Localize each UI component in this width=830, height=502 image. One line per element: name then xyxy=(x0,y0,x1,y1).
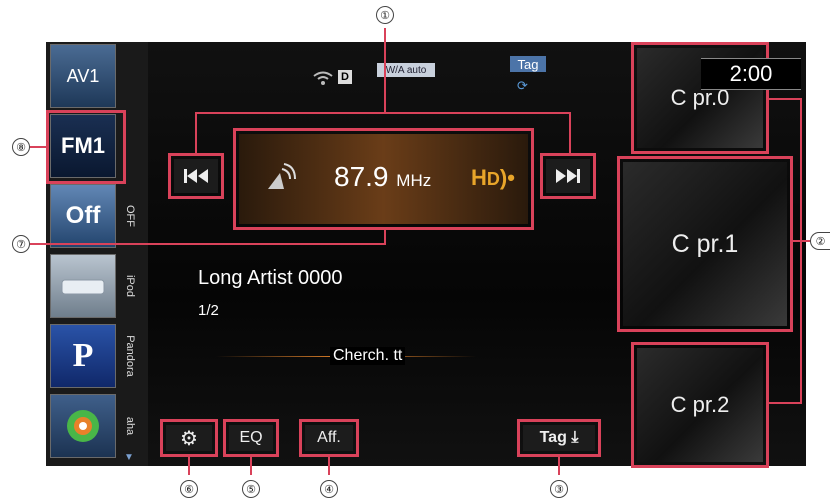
callout-1-right xyxy=(569,112,571,153)
tag-status-badge: Tag xyxy=(510,56,546,72)
eq-label: EQ xyxy=(239,429,263,446)
source-aha-button[interactable] xyxy=(50,394,116,458)
aff-label: Aff. xyxy=(317,429,341,446)
frequency-value: 87.9 xyxy=(334,161,389,192)
source-pandora-button[interactable]: P xyxy=(50,324,116,388)
download-icon: ⤓ xyxy=(571,429,579,446)
seek-forward-button[interactable] xyxy=(546,159,590,193)
side-label-aha: aha xyxy=(123,416,136,436)
callout-1-bar xyxy=(195,112,571,114)
callout-1-left xyxy=(195,112,197,153)
callout-1-line xyxy=(384,28,386,112)
seek-back-button[interactable] xyxy=(174,159,218,193)
callout-8: ⑧ xyxy=(12,138,30,156)
preset-2-frame[interactable]: C pr.2 xyxy=(631,342,769,468)
callout-6-line xyxy=(188,457,190,475)
callout-5-line xyxy=(250,457,252,475)
callout-2-top xyxy=(768,98,802,100)
preset-2-button[interactable]: C pr.2 xyxy=(637,348,763,462)
callout-1: ① xyxy=(376,6,394,24)
seek-forward-frame[interactable] xyxy=(540,153,596,199)
ipod-dock-icon xyxy=(61,279,105,295)
side-label-ipod: iPod xyxy=(124,274,136,298)
source-off-label: Off xyxy=(65,202,101,229)
preset-1-frame[interactable]: C pr.1 xyxy=(617,156,793,332)
clock: 2:00 xyxy=(701,58,801,90)
callout-2: ② xyxy=(810,232,830,250)
artist-name: Long Artist 0000 xyxy=(198,267,343,289)
callout-4-line xyxy=(328,457,330,475)
tuner-display-frame[interactable]: 87.9 MHz HD)• xyxy=(233,128,534,230)
track-counter: 1/2 xyxy=(198,302,219,319)
hd-radio-icon: HD)• xyxy=(471,165,515,190)
callout-6: ⑥ xyxy=(180,480,198,498)
skip-previous-icon xyxy=(184,169,208,183)
callout-4: ④ xyxy=(320,480,338,498)
scroll-down-icon[interactable]: ▼ xyxy=(124,452,134,463)
callout-2-vertical xyxy=(800,98,802,404)
search-status-text: Cherch. tt xyxy=(330,347,406,365)
source-ipod-button[interactable] xyxy=(50,254,116,318)
callout-3-line xyxy=(558,457,560,475)
callout-5: ⑤ xyxy=(242,480,260,498)
callout-2-bottom xyxy=(768,402,802,404)
pandora-logo: P xyxy=(72,337,94,374)
preset-1-button[interactable]: C pr.1 xyxy=(623,162,787,326)
settings-button[interactable]: ⚙ xyxy=(166,425,212,451)
aff-button[interactable]: Aff. xyxy=(305,425,353,451)
tag-label: Tag xyxy=(539,429,567,446)
source-av1-button[interactable]: AV1 xyxy=(50,44,116,108)
preset-2-label: C pr.2 xyxy=(670,392,730,417)
source-sidebar: AV1 FM1 Off P OFF iPod Pandora aha ▼ xyxy=(46,42,148,466)
side-label-off: OFF xyxy=(124,205,136,227)
fm1-highlight-frame xyxy=(46,110,126,184)
callout-7-stub xyxy=(384,230,386,245)
source-av1-label: AV1 xyxy=(66,65,100,86)
wifi-icon xyxy=(313,71,333,85)
callout-3: ③ xyxy=(550,480,568,498)
side-label-pandora: Pandora xyxy=(124,335,136,377)
eq-button[interactable]: EQ xyxy=(229,425,273,451)
sync-icon: ⟳ xyxy=(517,78,528,93)
callout-7-line xyxy=(30,243,384,245)
preset-1-label: C pr.1 xyxy=(671,229,739,258)
tag-button[interactable]: Tag ⤓ xyxy=(523,425,595,451)
skip-next-icon xyxy=(556,169,580,183)
eq-frame[interactable]: EQ xyxy=(223,419,279,457)
settings-gear-icon: ⚙ xyxy=(180,427,198,450)
digital-indicator: D xyxy=(338,70,352,84)
callout-2-stub xyxy=(793,240,811,242)
seek-back-frame[interactable] xyxy=(168,153,224,199)
callout-7: ⑦ xyxy=(12,235,30,253)
frequency-display: 87.9 MHz xyxy=(334,161,431,193)
aha-icon xyxy=(67,410,99,442)
source-off-button[interactable]: Off xyxy=(50,184,116,248)
frequency-unit: MHz xyxy=(396,171,432,190)
tag-frame[interactable]: Tag ⤓ xyxy=(517,419,601,457)
signal-antenna-icon xyxy=(268,163,296,189)
aff-frame[interactable]: Aff. xyxy=(299,419,359,457)
settings-frame[interactable]: ⚙ xyxy=(160,419,218,457)
